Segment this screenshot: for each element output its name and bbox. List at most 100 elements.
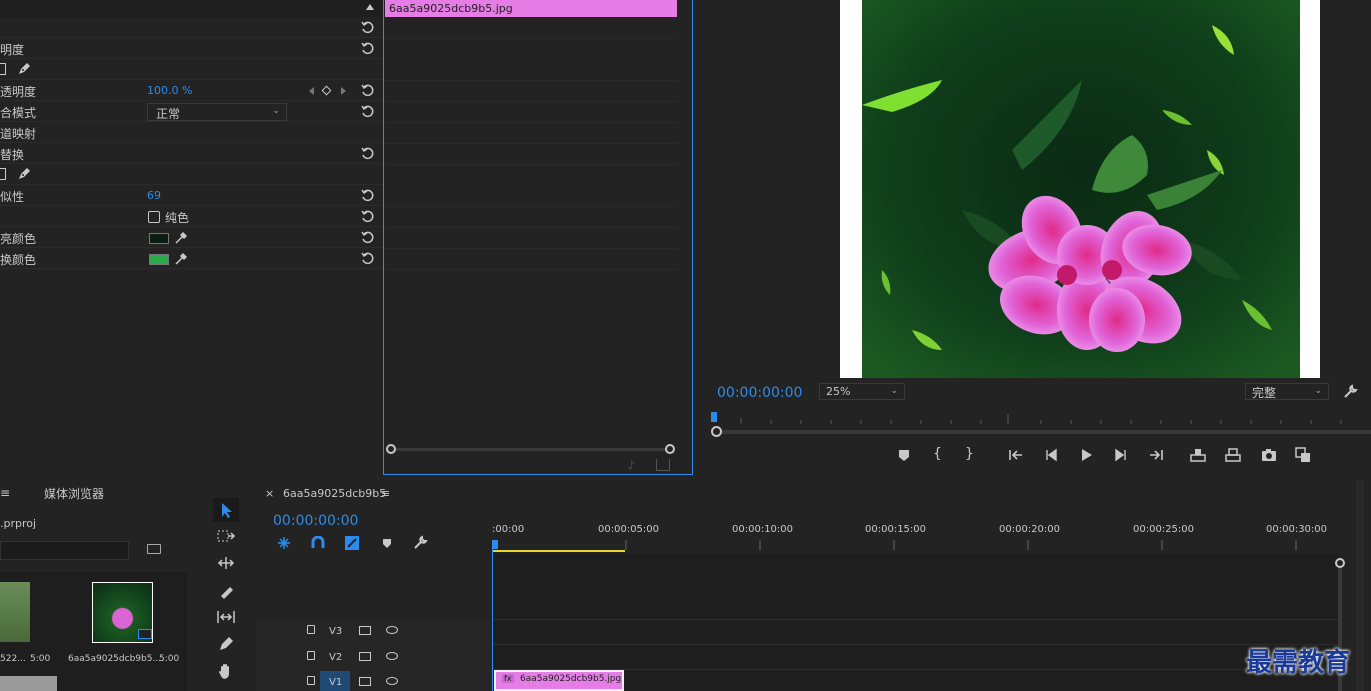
track-select-tool-icon[interactable] — [216, 528, 236, 544]
solid-checkbox[interactable] — [148, 211, 160, 223]
snap-icon[interactable] — [310, 536, 326, 550]
reset-icon[interactable] — [361, 104, 375, 118]
mark-out-icon[interactable]: } — [965, 446, 983, 464]
quality-dropdown[interactable]: 完整 ⌄ — [1245, 383, 1329, 400]
divider — [385, 206, 677, 207]
reset-icon[interactable] — [361, 20, 375, 34]
work-area-bar[interactable] — [492, 550, 625, 552]
reset-icon[interactable] — [361, 83, 375, 97]
new-bin-icon[interactable] — [147, 544, 161, 554]
timeline-ruler[interactable]: :00:00 00:00:05:00 00:00:10:00 00:00:15:… — [492, 524, 1352, 540]
collapse-up-icon[interactable] — [366, 4, 374, 10]
ripple-edit-tool-icon[interactable] — [216, 555, 236, 571]
program-ruler[interactable] — [711, 410, 1371, 424]
reset-icon[interactable] — [361, 251, 375, 265]
reset-icon[interactable] — [361, 188, 375, 202]
play-icon[interactable] — [1077, 446, 1095, 464]
audio-icon[interactable]: ♪ — [628, 459, 642, 472]
tab-media-browser[interactable]: 媒体浏览器 — [44, 485, 104, 502]
pen-icon[interactable] — [16, 166, 32, 182]
key-color-swatch[interactable] — [149, 233, 169, 244]
chevron-down-icon: ⌄ — [1314, 386, 1322, 396]
zoom-scrollbar[interactable] — [390, 448, 670, 451]
track-label-v2[interactable]: V2 — [329, 652, 342, 663]
eye-icon[interactable] — [386, 626, 398, 634]
razor-tool-icon[interactable] — [216, 582, 236, 600]
lock-icon[interactable] — [307, 625, 315, 634]
rectangle-mask-icon[interactable] — [0, 168, 6, 180]
eyedropper-icon[interactable] — [174, 252, 188, 266]
slip-tool-icon[interactable] — [216, 609, 236, 625]
program-scrollbar[interactable] — [717, 430, 1371, 434]
lift-icon[interactable] — [1189, 446, 1207, 464]
timeline-panel: × 6aa5a9025dcb9b5 ≡ 00:00:00:00 :00:00 0… — [256, 480, 1371, 691]
timeline-playhead-handle[interactable] — [492, 540, 498, 549]
timeline-vscroll-handle[interactable] — [1335, 558, 1345, 568]
rectangle-mask-icon[interactable] — [0, 63, 6, 75]
go-to-in-icon[interactable] — [1007, 446, 1025, 464]
reset-icon[interactable] — [361, 209, 375, 223]
timeline-panel-scroll[interactable] — [1356, 480, 1364, 691]
hand-tool-icon[interactable] — [216, 661, 236, 681]
comparison-view-icon[interactable] — [1294, 446, 1312, 464]
reset-icon[interactable] — [361, 146, 375, 160]
sync-lock-icon[interactable] — [359, 652, 371, 661]
blend-mode-dropdown[interactable]: 正常 ⌄ — [147, 103, 287, 121]
lock-icon[interactable] — [307, 676, 315, 685]
timeline-clip[interactable]: fx 6aa5a9025dcb9b5.jpg — [494, 670, 624, 691]
eye-icon[interactable] — [386, 652, 398, 660]
reset-icon[interactable] — [361, 230, 375, 244]
camera-icon[interactable] — [1260, 446, 1278, 464]
step-back-icon[interactable] — [1042, 446, 1060, 464]
track-label-v1[interactable]: V1 — [329, 677, 342, 688]
replace-color-swatch[interactable] — [149, 254, 169, 265]
eye-icon[interactable] — [386, 677, 398, 685]
timeline-timecode[interactable]: 00:00:00:00 — [273, 513, 358, 529]
keyframe-toggle-icon[interactable] — [321, 85, 332, 96]
project-search-input[interactable] — [0, 541, 129, 560]
pen-tool-icon[interactable] — [216, 635, 236, 653]
lock-icon[interactable] — [307, 651, 315, 660]
step-forward-icon[interactable] — [1112, 446, 1130, 464]
timeline-settings-wrench-icon[interactable] — [412, 535, 428, 551]
opacity-value[interactable]: 100.0 % — [147, 84, 192, 97]
mark-in-icon[interactable]: { — [933, 446, 951, 464]
clip-name: 6aa5a9025dcb9b5.jpg — [520, 674, 622, 684]
add-marker-icon[interactable] — [380, 536, 394, 550]
project-items-grid: 522... 5:00 6aa5a9025dcb9b5.... 5:00 — [0, 572, 187, 691]
sync-lock-icon[interactable] — [359, 626, 371, 635]
go-to-out-icon[interactable] — [1147, 446, 1165, 464]
zoom-handle-right[interactable] — [665, 444, 675, 454]
clip-bar[interactable]: 6aa5a9025dcb9b5.jpg — [385, 0, 677, 17]
close-tab-icon[interactable]: × — [265, 487, 274, 500]
divider — [385, 38, 677, 39]
eyedropper-icon[interactable] — [174, 231, 188, 245]
extract-icon[interactable] — [1224, 446, 1242, 464]
tab-sequence[interactable]: 6aa5a9025dcb9b5 — [283, 487, 386, 500]
add-marker-icon[interactable] — [895, 446, 913, 464]
sync-lock-icon[interactable] — [359, 677, 371, 686]
zoom-handle-left[interactable] — [386, 444, 396, 454]
sequence-menu-icon[interactable]: ≡ — [381, 487, 390, 500]
linked-selection-icon[interactable] — [344, 535, 360, 551]
nest-toggle-icon[interactable] — [276, 536, 292, 550]
next-keyframe-icon[interactable] — [341, 87, 346, 95]
export-icon[interactable] — [656, 459, 670, 471]
program-playhead[interactable] — [711, 412, 717, 422]
pen-icon[interactable] — [16, 61, 32, 77]
video-preview-image — [862, 0, 1300, 378]
program-timecode[interactable]: 00:00:00:00 — [717, 385, 802, 401]
effect-label: 似性 — [0, 190, 25, 204]
wrench-icon[interactable] — [1342, 384, 1358, 400]
selection-tool-icon[interactable] — [213, 498, 239, 522]
project-tab-menu-icon[interactable]: ≡ — [0, 486, 10, 500]
prev-keyframe-icon[interactable] — [309, 87, 314, 95]
reset-icon[interactable] — [361, 41, 375, 55]
project-file-name: .prproj — [0, 517, 37, 530]
project-item-thumbnail[interactable] — [0, 582, 30, 642]
track-label-v3[interactable]: V3 — [329, 626, 342, 637]
zoom-dropdown[interactable]: 25% ⌄ — [819, 383, 905, 400]
program-scroll-handle[interactable] — [711, 426, 722, 437]
similarity-value[interactable]: 69 — [147, 189, 161, 202]
project-scroll-thumb[interactable] — [0, 676, 57, 691]
